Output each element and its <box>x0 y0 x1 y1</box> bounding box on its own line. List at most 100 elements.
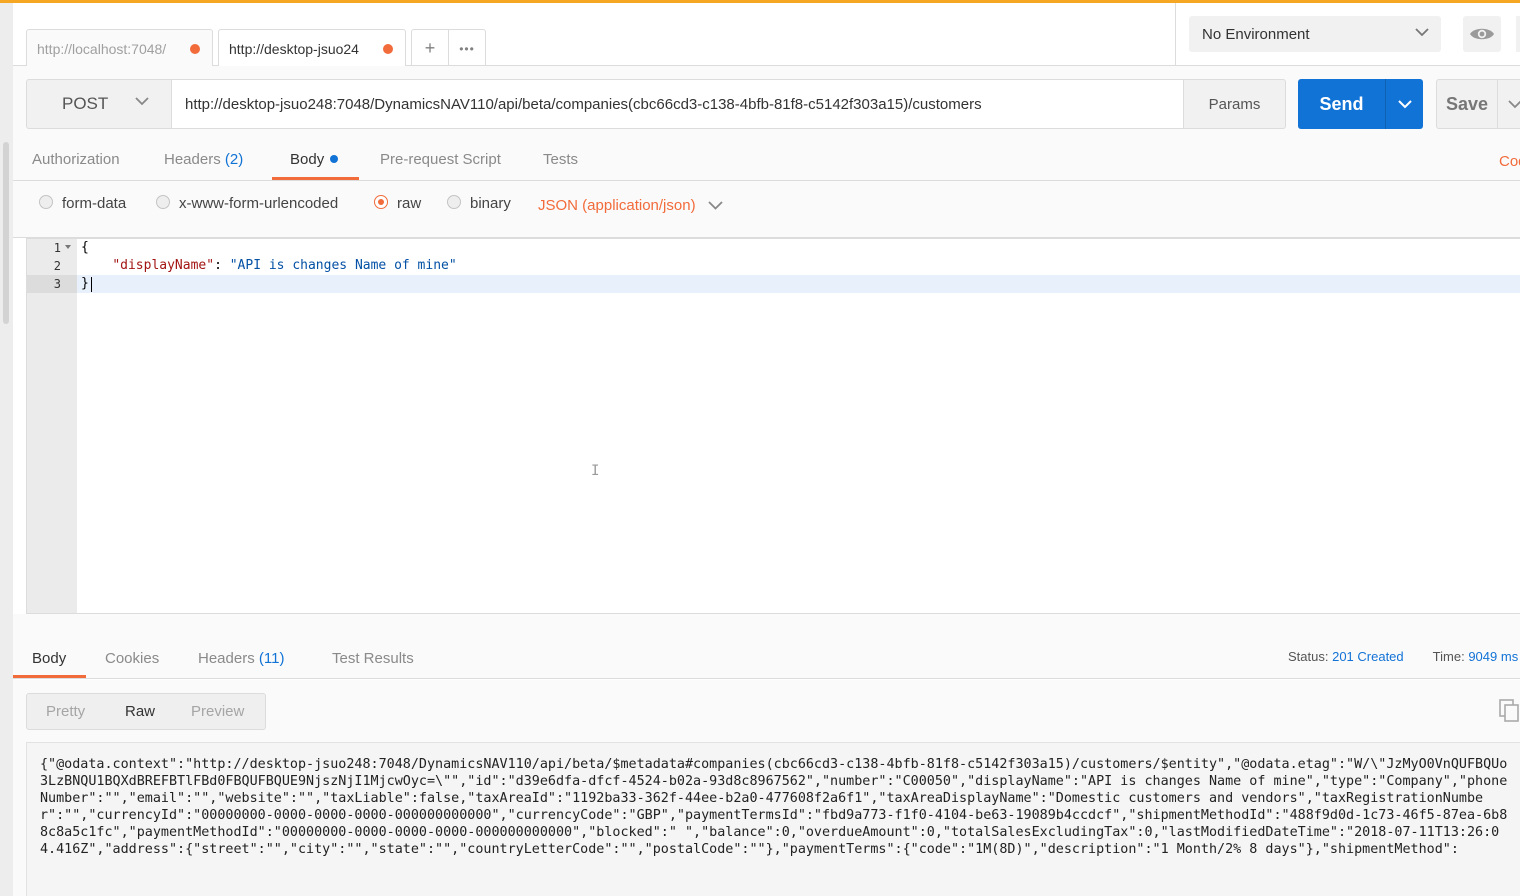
radio-circle-icon <box>39 194 53 209</box>
body-type-selector: form-data x-www-form-urlencoded raw bina… <box>13 181 1520 238</box>
radio-label: x-www-form-urlencoded <box>179 195 339 212</box>
chevron-down-icon <box>707 201 723 210</box>
request-tab[interactable]: http://localhost:7048/ <box>26 29 213 67</box>
more-icon: ••• <box>459 41 475 56</box>
radio-form-data[interactable]: form-data <box>39 194 127 212</box>
params-button[interactable]: Params <box>1183 79 1286 129</box>
time-value[interactable]: 9049 ms <box>1468 649 1518 664</box>
radio-label: binary <box>470 195 511 212</box>
code-line: } <box>81 276 89 291</box>
tab-headers[interactable]: Headers (2) <box>164 151 243 168</box>
tab-body-label: Body <box>290 151 325 168</box>
line-number: 2 <box>53 259 61 273</box>
response-body-content: {"@odata.context":"http://desktop-jsuo24… <box>40 757 1508 857</box>
radio-selected-icon <box>374 194 388 209</box>
chevron-down-icon <box>1508 99 1520 108</box>
environment-select[interactable]: No Environment <box>1189 16 1441 52</box>
content-type-label: JSON (application/json) <box>538 197 696 214</box>
response-view-toggle: Pretty Raw Preview <box>26 693 266 730</box>
new-tab-button[interactable]: + <box>412 30 448 67</box>
editor-gutter <box>27 239 77 613</box>
method-select[interactable]: POST <box>26 79 172 129</box>
pane-divider[interactable] <box>13 614 1520 630</box>
radio-circle-icon <box>156 194 170 209</box>
radio-urlencoded[interactable]: x-www-form-urlencoded <box>156 194 339 212</box>
code-link[interactable]: Code <box>1499 153 1520 170</box>
save-button[interactable]: Save <box>1436 79 1498 129</box>
response-tab-body[interactable]: Body <box>32 650 66 667</box>
unsaved-dot-icon <box>190 44 200 54</box>
code-line: { <box>81 240 89 255</box>
chevron-down-icon <box>1415 28 1429 37</box>
eye-icon <box>1470 28 1494 40</box>
save-options-button[interactable] <box>1497 79 1520 129</box>
tab-headers-label: Headers <box>164 151 221 168</box>
tab-authorization[interactable]: Authorization <box>32 151 120 168</box>
request-body-editor[interactable]: 1 2 3 { "displayName": "API is changes N… <box>26 238 1520 614</box>
headers-count: (2) <box>224 151 244 168</box>
radio-circle-icon <box>447 194 461 209</box>
response-tab-cookies[interactable]: Cookies <box>105 650 159 667</box>
json-key: "displayName" <box>112 258 215 273</box>
environment-label: No Environment <box>1202 25 1310 43</box>
time-label: Time: <box>1432 649 1465 664</box>
request-tabs-bar: http://localhost:7048/ http://desktop-js… <box>13 3 1175 67</box>
environment-quick-look-button[interactable] <box>1463 16 1501 52</box>
chevron-down-icon <box>135 97 149 106</box>
send-label: Send <box>1319 93 1364 114</box>
tab-label: http://localhost:7048/ <box>37 40 167 57</box>
tab-more-button[interactable]: ••• <box>448 30 485 67</box>
fold-toggle-icon[interactable] <box>65 245 71 249</box>
response-headers-count: (11) <box>258 650 285 667</box>
send-options-button[interactable] <box>1385 79 1423 129</box>
active-tab-indicator <box>272 177 359 180</box>
unsaved-dot-icon <box>383 44 393 54</box>
tab-actions: + ••• <box>411 29 486 67</box>
radio-label: form-data <box>62 195 127 212</box>
response-raw-text[interactable]: {"@odata.context":"http://desktop-jsuo24… <box>26 742 1520 896</box>
send-button[interactable]: Send <box>1298 79 1385 129</box>
content-type-select[interactable]: JSON (application/json) <box>538 197 723 214</box>
json-value: "API is changes Name of mine" <box>229 258 457 273</box>
radio-binary[interactable]: binary <box>447 194 511 212</box>
radio-raw[interactable]: raw <box>374 194 422 212</box>
method-label: POST <box>62 94 109 113</box>
response-tab-headers-label: Headers <box>198 650 255 667</box>
environment-bar: No Environment <box>1175 3 1520 66</box>
view-preview-button[interactable]: Preview <box>191 703 244 720</box>
request-url-bar: POST http://desktop-jsuo248:7048/Dynamic… <box>13 66 1520 143</box>
tab-tests[interactable]: Tests <box>543 151 578 168</box>
view-pretty-button[interactable]: Pretty <box>46 703 85 720</box>
params-label: Params <box>1208 95 1261 113</box>
url-text: http://desktop-jsuo248:7048/DynamicsNAV1… <box>185 95 982 113</box>
left-sidebar-edge <box>0 3 13 896</box>
status-value[interactable]: 201 Created <box>1332 649 1404 664</box>
text-caret <box>91 277 92 292</box>
response-meta: Status: 201 Created Time: 9049 ms <box>1288 649 1518 664</box>
modified-dot-icon <box>330 155 339 164</box>
view-raw-button[interactable]: Raw <box>125 703 155 720</box>
request-section-tabs: Authorization Headers (2) Body Pre-reque… <box>13 143 1520 181</box>
mouse-ibeam-icon: I <box>591 463 600 479</box>
chevron-down-icon <box>1397 99 1412 108</box>
tab-label: http://desktop-jsuo24 <box>229 40 359 57</box>
url-input[interactable]: http://desktop-jsuo248:7048/DynamicsNAV1… <box>171 79 1184 129</box>
status-label: Status: <box>1288 649 1329 664</box>
tab-pre-request-script[interactable]: Pre-request Script <box>380 151 501 168</box>
code-line: "displayName": "API is changes Name of m… <box>81 257 457 275</box>
active-tab-indicator <box>13 675 86 678</box>
active-line-highlight <box>27 275 1520 293</box>
response-tabs: Body Cookies Headers (11) Test Results S… <box>13 630 1520 679</box>
response-tab-test-results[interactable]: Test Results <box>332 650 414 667</box>
response-tab-headers[interactable]: Headers (11) <box>198 650 284 667</box>
copy-icon[interactable] <box>1499 699 1520 722</box>
radio-label: raw <box>397 195 422 212</box>
json-separator: : <box>214 258 230 273</box>
manage-environments-button[interactable] <box>1516 16 1520 52</box>
tab-body[interactable]: Body <box>290 151 339 168</box>
line-number: 1 <box>53 241 61 255</box>
save-label: Save <box>1445 93 1489 114</box>
plus-icon: + <box>424 38 436 58</box>
request-tab-active[interactable]: http://desktop-jsuo24 <box>218 29 406 67</box>
sidebar-scrollbar[interactable] <box>3 142 9 324</box>
